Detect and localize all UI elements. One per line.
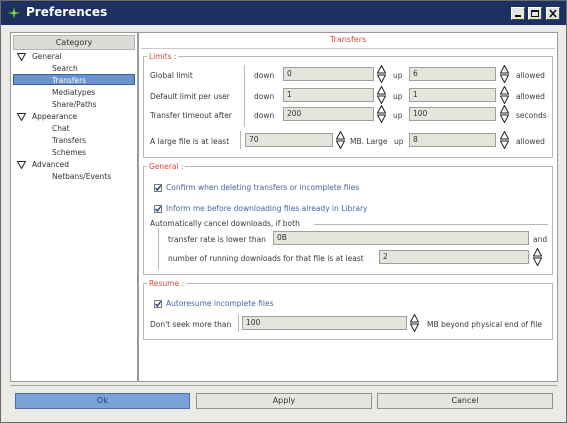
close-button[interactable] (546, 7, 560, 20)
timeout-label: Transfer timeout after (150, 111, 232, 120)
category-tree: Category General Search Transfers Mediat… (10, 32, 138, 382)
maximize-icon (531, 10, 539, 17)
seek-spinner-icon[interactable] (410, 314, 419, 332)
general-group: General : Confirm when deleting transfer… (143, 162, 553, 275)
maximize-button[interactable] (528, 7, 542, 20)
timeout-down-label: down (254, 111, 275, 120)
default-up-label: up (393, 92, 403, 101)
timeout-up-input[interactable]: 100 (409, 107, 496, 121)
running-downloads-spinner-icon[interactable] (533, 248, 542, 266)
rate-label: transfer rate is lower than (168, 235, 266, 244)
autoresume-checkbox[interactable] (154, 300, 162, 308)
tree-item-search[interactable]: Search (52, 63, 78, 74)
seek-input[interactable]: 100 (242, 316, 407, 330)
confirm-delete-label[interactable]: Confirm when deleting transfers or incom… (166, 183, 359, 192)
general-group-title: General : (147, 162, 186, 171)
preferences-window: Preferences Category General Search Tran… (0, 0, 567, 423)
seek-label: Don't seek more than (150, 320, 232, 329)
auto-cancel-bracket (158, 228, 159, 270)
auto-cancel-label: Automatically cancel downloads, if both (150, 219, 300, 228)
default-down-label: down (254, 92, 275, 101)
tree-item-appearance-transfers[interactable]: Transfers (52, 135, 86, 146)
default-down-spinner-icon[interactable] (377, 86, 386, 104)
limits-group-title: Limits : (147, 52, 179, 61)
default-up-spinner-icon[interactable] (500, 86, 509, 104)
resume-group-title: Resume : (147, 279, 186, 288)
large-up-input[interactable]: 8 (409, 133, 496, 147)
tree-item-share-paths[interactable]: Share/Paths (52, 99, 97, 110)
timeout-down-spinner-icon[interactable] (377, 105, 386, 123)
tree-item-chat[interactable]: Chat (52, 123, 70, 134)
large-file-spinner-icon[interactable] (336, 131, 345, 149)
large-up-spinner-icon[interactable] (500, 131, 509, 149)
tree-item-schemes[interactable]: Schemes (52, 147, 86, 158)
default-up-input[interactable]: 1 (409, 88, 496, 102)
tree-item-netbans-events[interactable]: Netbans/Events (52, 171, 111, 182)
and-label: and (533, 235, 548, 244)
title-bar[interactable]: Preferences (1, 1, 566, 25)
minimize-icon (515, 15, 521, 17)
timeout-down-input[interactable]: 200 (283, 107, 374, 121)
default-down-input[interactable]: 1 (283, 88, 374, 102)
panel-title: Transfers (329, 35, 367, 44)
default-limit-label: Default limit per user (150, 92, 230, 101)
large-file-input[interactable]: 70 (245, 133, 333, 147)
timeout-up-label: up (393, 111, 403, 120)
tree-item-transfers[interactable]: Transfers (13, 74, 135, 85)
tree-item-label: Advanced (32, 160, 70, 169)
inform-library-label[interactable]: Inform me before downloading files alrea… (166, 204, 367, 213)
running-downloads-input[interactable]: 2 (379, 250, 529, 264)
seek-suffix-label: MB beyond physical end of file (427, 320, 542, 329)
tree-item-label: General (32, 52, 62, 61)
expanded-triangle-icon (17, 53, 26, 61)
inform-library-checkbox[interactable] (154, 205, 162, 213)
tree-item-mediatypes[interactable]: Mediatypes (52, 87, 95, 98)
global-down-input[interactable]: 0 (283, 67, 374, 81)
large-file-label: A large file is at least (150, 137, 230, 146)
running-downloads-label: number of running downloads for that fil… (168, 254, 364, 263)
window-title: Preferences (26, 5, 108, 19)
tree-item-general[interactable]: General (11, 51, 135, 62)
apply-button[interactable]: Apply (196, 393, 372, 409)
cancel-button[interactable]: Cancel (377, 393, 553, 409)
large-up-label: up (394, 137, 404, 146)
expanded-triangle-icon (17, 113, 26, 121)
expanded-triangle-icon (17, 161, 26, 169)
timeout-seconds-label: seconds (516, 111, 547, 120)
rate-input[interactable]: 0B (273, 231, 529, 245)
limits-separator (244, 65, 245, 127)
tree-item-advanced[interactable]: Advanced (11, 159, 135, 170)
large-separator (240, 131, 241, 149)
confirm-delete-checkbox[interactable] (154, 184, 162, 192)
limits-group: Limits : Global limit Default limit per … (143, 52, 553, 158)
transfers-panel: Transfers Limits : Global limit Default … (138, 32, 558, 382)
category-header: Category (13, 35, 135, 50)
close-icon (549, 9, 557, 18)
app-sparkle-icon (6, 5, 22, 21)
global-limit-label: Global limit (150, 71, 193, 80)
tree-item-label: Appearance (32, 112, 78, 121)
tree-item-appearance[interactable]: Appearance (11, 111, 135, 122)
global-up-spinner-icon[interactable] (500, 65, 509, 83)
mb-large-label: MB. Large (350, 137, 388, 146)
global-up-input[interactable]: 6 (409, 67, 496, 81)
button-divider (10, 385, 557, 386)
global-down-spinner-icon[interactable] (377, 65, 386, 83)
seek-separator (238, 314, 239, 332)
default-allowed-label: allowed (516, 92, 545, 101)
timeout-up-spinner-icon[interactable] (500, 105, 509, 123)
auto-cancel-line (314, 224, 548, 225)
large-allowed-label: allowed (516, 137, 545, 146)
global-up-label: up (393, 71, 403, 80)
ok-button[interactable]: Ok (15, 393, 190, 409)
global-allowed-label: allowed (516, 71, 545, 80)
global-down-label: down (254, 71, 275, 80)
minimize-button[interactable] (511, 7, 525, 20)
title-divider (141, 48, 555, 49)
resume-group: Resume : Autoresume incomplete files Don… (143, 279, 553, 340)
autoresume-label[interactable]: Autoresume incomplete files (166, 299, 274, 308)
